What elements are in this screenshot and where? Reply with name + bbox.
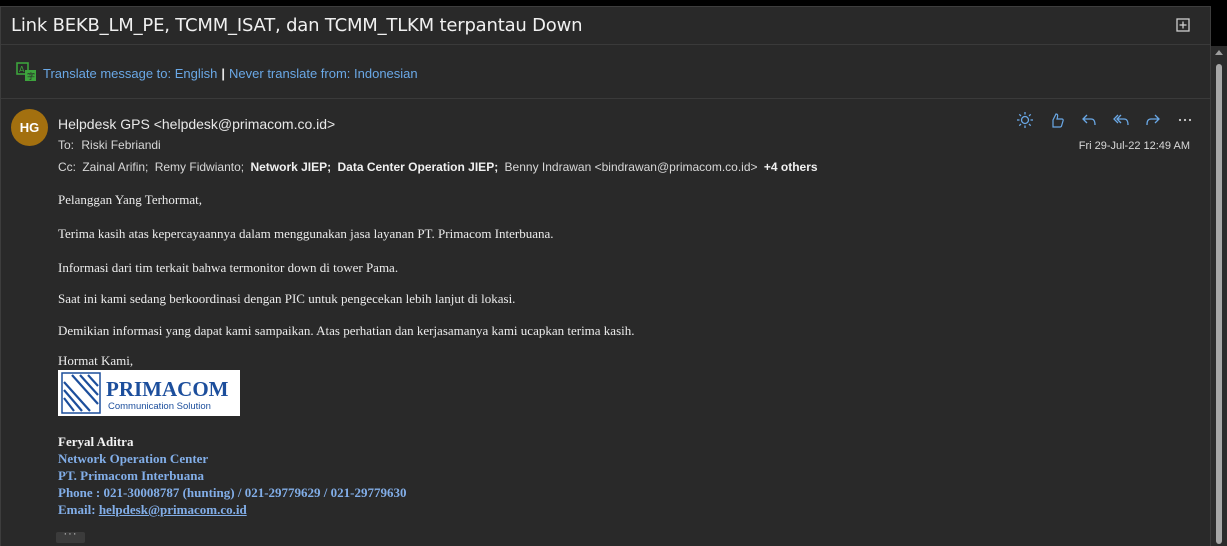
signature-dept: Network Operation Center: [58, 451, 209, 466]
cc-line: Cc: Zainal Arifin; Remy Fidwianto; Netwo…: [58, 160, 818, 174]
cc-recipient[interactable]: Network JIEP;: [250, 160, 331, 174]
forward-icon[interactable]: [1144, 111, 1162, 129]
signature-company: PT. Primacom Interbuana: [58, 468, 204, 483]
body-paragraph: Terima kasih atas kepercayaannya dalam m…: [58, 226, 554, 241]
brightness-icon[interactable]: [1016, 111, 1034, 129]
message-subject: Link BEKB_LM_PE, TCMM_ISAT, dan TCMM_TLK…: [11, 15, 583, 36]
body-paragraph: Informasi dari tim terkait bahwa termoni…: [58, 260, 399, 275]
reading-pane: Link BEKB_LM_PE, TCMM_ISAT, dan TCMM_TLK…: [0, 6, 1211, 546]
message-date: Fri 29-Jul-22 12:49 AM: [1078, 140, 1190, 152]
signature-email-label: Email:: [58, 502, 96, 517]
primacom-logo: PRIMACOM Communication Solution: [58, 370, 240, 416]
more-icon[interactable]: [1176, 111, 1194, 129]
to-line: To: Riski Febriandi: [58, 138, 161, 152]
cc-recipient[interactable]: Remy Fidwianto;: [155, 160, 244, 174]
cc-recipient[interactable]: Data Center Operation JIEP;: [337, 160, 498, 174]
translate-options: Translate message to: English | Never tran…: [43, 66, 418, 81]
to-label: To:: [58, 138, 75, 152]
cc-label: Cc:: [58, 160, 76, 174]
reply-icon[interactable]: [1080, 111, 1098, 129]
sender-name[interactable]: Helpdesk GPS <helpdesk@primacom.co.id>: [58, 116, 335, 132]
scroll-thumb[interactable]: [1216, 64, 1222, 544]
signature-email-line: Email: helpdesk@primacom.co.id: [58, 502, 247, 518]
translate-to-link[interactable]: Translate message to: English: [43, 66, 217, 81]
body-greeting: Pelanggan Yang Terhormat,: [58, 192, 202, 207]
open-in-new-window-icon[interactable]: [1176, 18, 1190, 32]
like-icon[interactable]: [1048, 111, 1066, 129]
show-trimmed-content-button[interactable]: ···: [56, 529, 85, 543]
translate-separator: |: [221, 66, 226, 81]
cc-recipient[interactable]: Zainal Arifin;: [82, 160, 148, 174]
logo-tagline: Communication Solution: [108, 401, 211, 412]
signature-email-link[interactable]: helpdesk@primacom.co.id: [99, 502, 247, 517]
cc-more-link[interactable]: +4 others: [764, 160, 818, 174]
to-recipient[interactable]: Riski Febriandi: [81, 138, 160, 152]
primacom-logo-graphic: PRIMACOM Communication Solution: [61, 372, 229, 414]
svg-text:字: 字: [27, 71, 35, 81]
svg-text:A: A: [19, 65, 25, 74]
scrollbar[interactable]: [1211, 46, 1227, 546]
translate-icon: A 字: [16, 62, 36, 81]
translate-bar: A 字 Translate message to: English | Never …: [1, 46, 1210, 99]
logo-name: PRIMACOM: [106, 377, 229, 401]
message-actions: [1016, 111, 1194, 129]
signature-name: Feryal Aditra: [58, 434, 134, 449]
body-closing: Hormat Kami,: [58, 353, 134, 368]
body-paragraph: Demikian informasi yang dapat kami sampa…: [58, 323, 635, 338]
signature-phone: Phone : 021-30008787 (hunting) / 021-297…: [58, 485, 407, 500]
cc-recipient[interactable]: Benny Indrawan <bindrawan@primacom.co.id…: [505, 160, 758, 174]
reply-all-icon[interactable]: [1112, 111, 1130, 129]
scroll-up-icon[interactable]: [1215, 50, 1223, 55]
never-translate-link[interactable]: Never translate from: Indonesian: [229, 66, 418, 81]
subject-bar: Link BEKB_LM_PE, TCMM_ISAT, dan TCMM_TLK…: [1, 7, 1210, 45]
body-paragraph: Saat ini kami sedang berkoordinasi denga…: [58, 291, 516, 306]
sender-avatar[interactable]: HG: [11, 109, 48, 146]
